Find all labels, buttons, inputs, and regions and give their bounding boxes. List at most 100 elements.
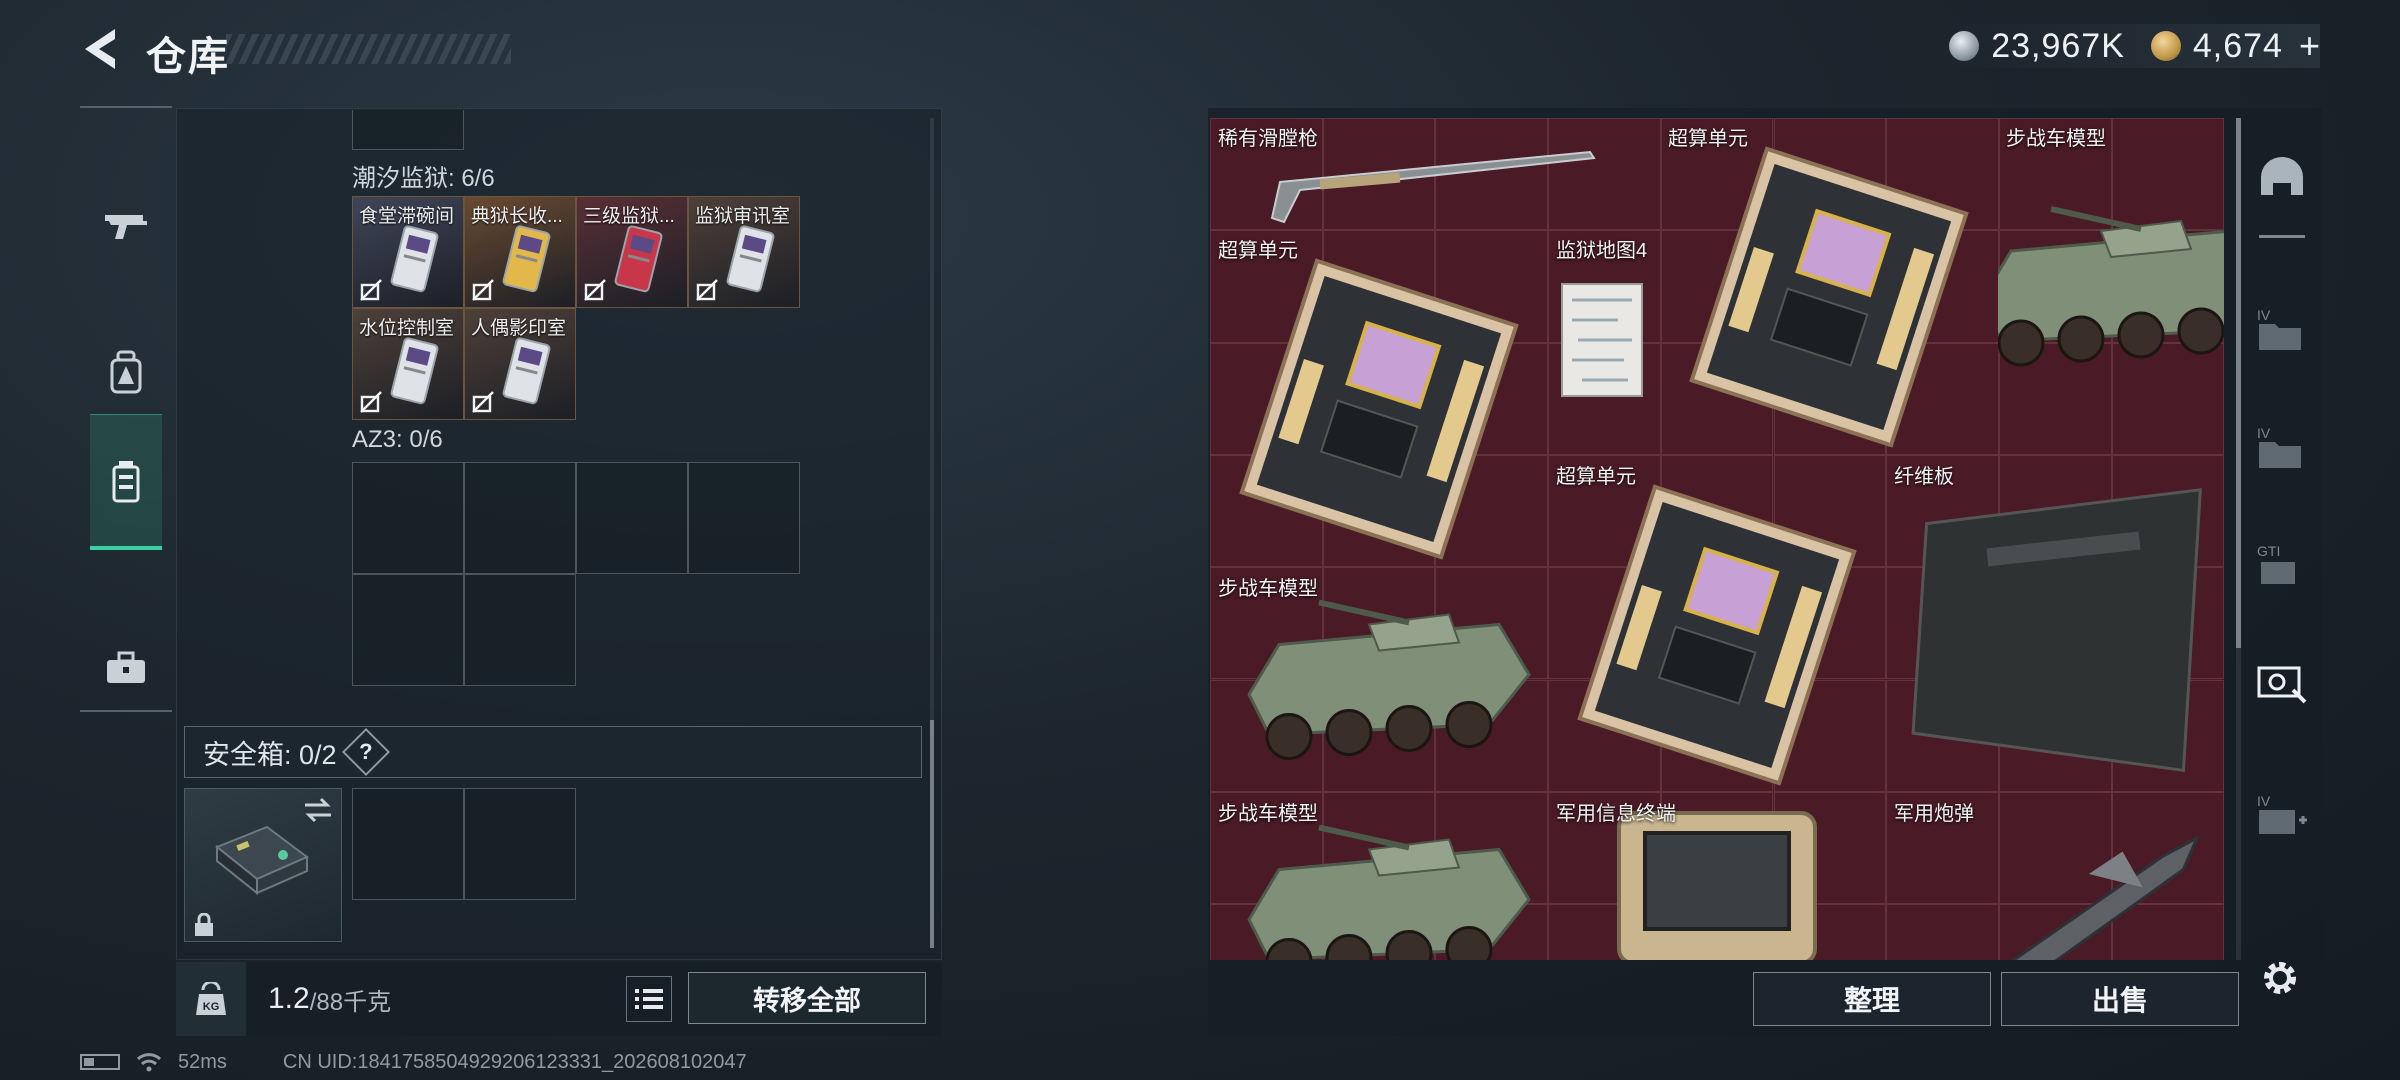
helmet-icon [2261,157,2303,195]
stash-item[interactable]: 超算单元 [1548,456,1886,794]
folder-iv-icon: IV [2257,425,2301,468]
svg-text:KG: KG [203,1001,220,1013]
stash-item[interactable]: 步战车模型 [1210,793,1548,960]
svg-text:IV: IV [2257,793,2271,809]
ping-value: 52ms [178,1050,227,1073]
key-card-label: 人偶影印室 [471,318,567,339]
key-card[interactable]: 食堂滞碗间 [352,196,464,308]
wifi-icon [136,1053,162,1072]
filter-folder-plus[interactable]: IV [2252,772,2312,858]
stash-item-label: 纤维板 [1894,466,1954,488]
folder-iv-icon: IV [2257,307,2301,350]
filter-helmet[interactable] [2252,134,2312,220]
sell-button[interactable]: 出售 [2001,972,2239,1026]
stash-item[interactable]: 超算单元 [1210,230,1548,568]
title-decoration [226,34,511,64]
gold-coin-icon [2150,31,2181,61]
filter-gti[interactable]: GTI [2252,522,2312,608]
collectible-camera-icon [2257,666,2307,704]
tab-keys[interactable] [90,600,162,736]
currency-bar: 23,967K 4,674 + [1931,24,2320,68]
stash-item[interactable]: 步战车模型 [1998,118,2224,456]
filter-folder-iv-2[interactable]: IV [2252,404,2312,490]
az3-slot[interactable] [352,574,464,686]
sort-button[interactable]: 整理 [1753,972,1991,1026]
board-icon [1911,488,2202,773]
az3-slot[interactable] [352,462,464,574]
key-card-icon [502,337,551,405]
key-card-label: 水位控制室 [359,318,455,339]
filter-collectibles[interactable] [2252,638,2312,724]
container-icon [112,460,140,502]
safe-box-item[interactable] [184,788,342,942]
uid-text: CN UID:1841758504929206123331_2026081020… [282,1050,747,1073]
svg-text:IV: IV [2257,307,2271,323]
silver-coin-icon [1949,31,1980,61]
stash-item-label: 超算单元 [1556,466,1636,488]
safe-box-label: 安全箱: 0/2 [203,739,337,770]
filter-weapon-mini[interactable] [2252,218,2312,254]
stash-item-label: 超算单元 [1668,128,1748,150]
stash-item[interactable]: 纤维板 [1886,456,2224,794]
add-currency-button[interactable]: + [2299,25,2320,67]
stash-item[interactable]: 步战车模型 [1210,568,1548,793]
stash-item[interactable]: 稀有滑膛枪 [1210,118,1660,230]
stash-item-label: 步战车模型 [1218,803,1318,825]
tab-containers[interactable] [90,414,162,550]
stash-item-label: 军用信息终端 [1556,803,1676,825]
gti-icon: GTI [2257,543,2295,584]
stash-item[interactable]: 军用信息终端 [1548,793,1886,960]
swap-icon[interactable] [301,797,335,823]
key-card[interactable]: 三级监狱... [576,196,688,308]
stash-item[interactable]: 超算单元 [1660,118,1998,456]
status-line: 52ms CN UID:1841758504929206123331_20260… [80,1050,747,1074]
safe-box-slot[interactable] [352,788,464,900]
section-label-tide-prison: 潮汐监狱: 6/6 [352,165,495,192]
settings-button[interactable] [2252,950,2308,1006]
briefcase-icon [107,651,145,683]
filter-folder-iv[interactable]: IV [2252,286,2312,372]
stash-item-label: 稀有滑膛枪 [1218,128,1318,150]
key-card[interactable]: 水位控制室 [352,308,464,420]
az3-slot[interactable] [576,462,688,574]
key-card[interactable]: 监狱审讯室 [688,196,800,308]
vehicle-icon [1247,599,1531,760]
key-card-label: 监狱审讯室 [695,206,791,227]
help-button[interactable]: ? [341,727,390,777]
left-scroll-thumb[interactable] [930,720,934,948]
stash-item-label: 超算单元 [1218,240,1298,262]
page-title: 仓库 [146,35,230,79]
stash-item-label: 步战车模型 [2006,128,2106,150]
weight-icon: KG [176,962,246,1036]
tab-weapons[interactable] [90,158,162,294]
key-card-icon [390,337,439,405]
list-icon [635,989,663,1009]
weight-max: /88千克 [309,988,392,1016]
transfer-all-button[interactable]: 转移全部 [688,972,926,1024]
key-card[interactable]: 典狱长收... [464,196,576,308]
section-label-az3: AZ3: 0/6 [352,426,443,453]
no-trade-icon [360,279,382,301]
chip-icon [1239,258,1519,560]
stash-item[interactable]: 监狱地图4 [1548,230,1660,456]
key-card-icon [726,225,775,293]
key-card[interactable]: 人偶影印室 [464,308,576,420]
category-tabs [80,106,172,712]
az3-slot[interactable] [464,462,576,574]
key-card-icon [502,225,551,293]
stash-scroll-thumb[interactable] [2236,118,2241,648]
stash-item-label: 监狱地图4 [1556,240,1648,262]
chip-icon [1577,484,1857,786]
map-icon [1561,283,1643,397]
list-view-button[interactable] [626,976,672,1022]
key-card-label: 食堂滞碗间 [359,206,455,227]
svg-text:IV: IV [2257,425,2271,441]
stash-item[interactable]: 军用炮弹 [1886,793,2224,960]
safe-box-slot[interactable] [464,788,576,900]
svg-text:GTI: GTI [2257,543,2280,559]
no-trade-icon [584,279,606,301]
az3-slot[interactable] [464,574,576,686]
gun-icon [105,215,147,239]
back-button[interactable] [74,22,128,76]
az3-slot[interactable] [688,462,800,574]
